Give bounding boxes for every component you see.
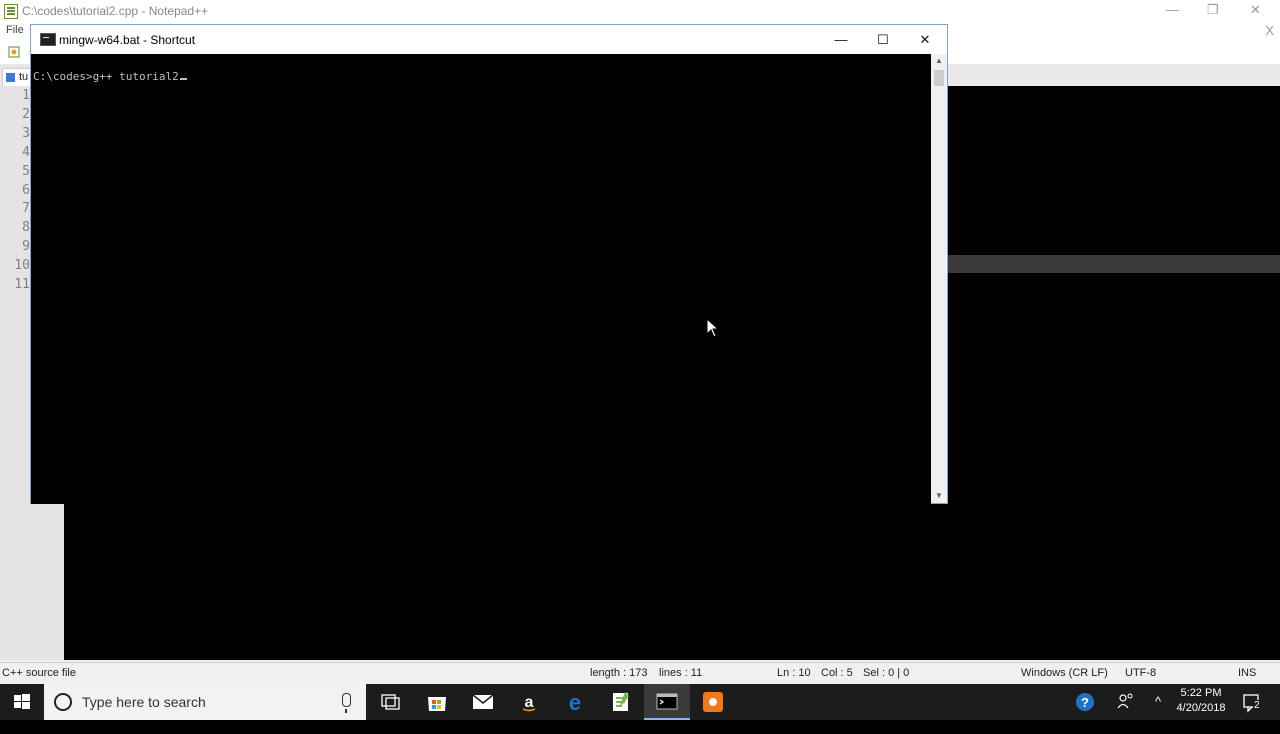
notepadpp-restore-button[interactable]: ❐: [1207, 2, 1219, 18]
status-col: Col : 5: [821, 667, 853, 679]
status-file-type: C++ source file: [2, 667, 76, 679]
line-number: 8: [22, 220, 30, 236]
console-title: mingw-w64.bat - Shortcut: [59, 33, 196, 47]
people-icon[interactable]: [1114, 684, 1138, 720]
status-ln: Ln : 10: [777, 667, 811, 679]
tray-chevron-icon[interactable]: ^: [1148, 684, 1168, 720]
notepadpp-title: C:\codes\tutorial2.cpp - Notepad++: [22, 4, 209, 18]
notification-count: 2: [1253, 700, 1261, 712]
line-number: 6: [22, 182, 30, 198]
line-number: 4: [22, 144, 30, 160]
line-number: 10: [14, 258, 30, 274]
console-minimize-button[interactable]: —: [819, 25, 863, 54]
line-number: 2: [22, 106, 30, 122]
line-number: 5: [22, 163, 30, 179]
document-saved-icon: [6, 73, 15, 82]
console-scrollbar[interactable]: ▲ ▼: [931, 54, 947, 503]
scroll-down-icon[interactable]: ▼: [931, 489, 947, 503]
close-document-button[interactable]: X: [1265, 23, 1274, 38]
new-file-icon[interactable]: [8, 46, 20, 58]
line-number: 11: [14, 277, 30, 292]
store-icon[interactable]: [414, 684, 460, 720]
current-line-highlight: [948, 255, 1280, 273]
clock[interactable]: 5:22 PM 4/20/2018: [1168, 686, 1234, 716]
text-cursor: [179, 78, 187, 80]
console-title-bar[interactable]: mingw-w64.bat - Shortcut — ☐ ✕: [31, 25, 947, 54]
mail-icon[interactable]: [460, 684, 506, 720]
microphone-icon[interactable]: [342, 693, 351, 713]
line-number: 9: [22, 239, 30, 255]
vlc-icon[interactable]: [690, 684, 736, 720]
status-lines: lines : 11: [659, 667, 703, 679]
scroll-up-icon[interactable]: ▲: [931, 54, 947, 68]
console-window[interactable]: mingw-w64.bat - Shortcut — ☐ ✕ C:\codes>…: [30, 24, 948, 504]
cmd-taskbar-button[interactable]: [644, 684, 690, 720]
line-number: 3: [22, 125, 30, 141]
console-close-button[interactable]: ✕: [903, 25, 947, 54]
notepadpp-minimize-button[interactable]: —: [1166, 2, 1179, 17]
tab-label: tu: [19, 71, 29, 83]
line-number: 1: [22, 88, 30, 103]
notepadpp-title-bar: C:\codes\tutorial2.cpp - Notepad++ — ❐ ✕: [0, 0, 1280, 22]
notepadpp-icon[interactable]: [598, 684, 644, 720]
console-app-icon[interactable]: [40, 33, 56, 46]
console-maximize-button[interactable]: ☐: [861, 25, 905, 54]
clock-time: 5:22 PM: [1180, 687, 1222, 699]
taskbar-search-box[interactable]: Type here to search: [44, 684, 366, 720]
notepadpp-close-button[interactable]: ✕: [1250, 2, 1261, 18]
search-placeholder: Type here to search: [82, 694, 206, 710]
notepadpp-app-icon: [4, 4, 18, 19]
mouse-pointer-icon: [706, 318, 720, 338]
status-bar: C++ source file length : 173 lines : 11 …: [0, 662, 1280, 685]
edge-icon[interactable]: e: [552, 684, 598, 720]
console-output[interactable]: C:\codes>g++ tutorial2: [31, 54, 931, 504]
status-insert-mode: INS: [1238, 667, 1257, 679]
scroll-thumb[interactable]: [934, 70, 944, 86]
menu-file[interactable]: File: [6, 24, 24, 36]
notification-icon: [1243, 694, 1259, 713]
amazon-icon[interactable]: a: [506, 684, 552, 720]
svg-text:e: e: [569, 690, 581, 715]
taskbar: Type here to search a e ? ^ 5:22 PM 4/20…: [0, 684, 1280, 720]
status-encoding: UTF-8: [1125, 667, 1157, 679]
task-view-icon[interactable]: [367, 684, 413, 720]
windows-start-icon[interactable]: [0, 684, 44, 720]
cortana-icon: [54, 693, 72, 711]
svg-text:a: a: [525, 694, 534, 711]
status-length: length : 173: [590, 667, 648, 679]
status-sel: Sel : 0 | 0: [863, 667, 910, 679]
console-command: g++ tutorial2: [92, 70, 179, 83]
console-prompt: C:\codes>: [33, 70, 93, 83]
cmd-icon: [656, 693, 678, 710]
line-number: 7: [22, 201, 30, 217]
svg-text:?: ?: [1081, 695, 1089, 710]
help-icon[interactable]: ?: [1073, 684, 1097, 720]
console-input-line[interactable]: C:\codes>g++ tutorial2: [33, 70, 187, 83]
action-center-button[interactable]: 2: [1238, 684, 1266, 720]
clock-date: 4/20/2018: [1176, 702, 1226, 714]
status-eol: Windows (CR LF): [1021, 667, 1108, 679]
